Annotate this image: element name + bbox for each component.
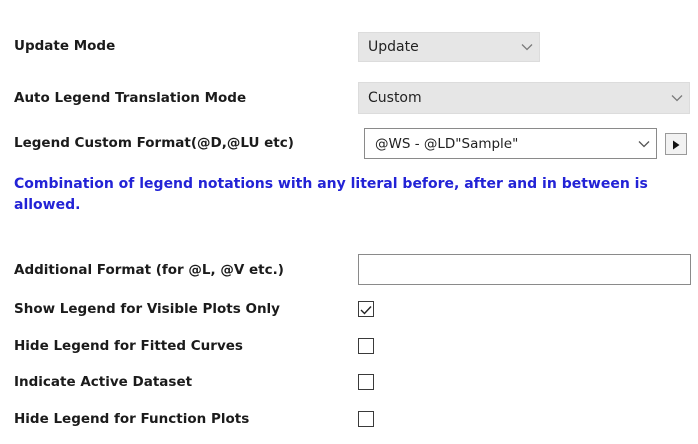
legend-notation-hint: Combination of legend notations with any… (14, 176, 648, 213)
chevron-down-icon (515, 33, 539, 61)
additional-format-input[interactable] (358, 254, 691, 285)
checkmark-icon (360, 300, 372, 319)
update-mode-label: Update Mode (14, 38, 116, 54)
legend-custom-format-combobox[interactable]: @WS - @LD"Sample" (364, 128, 657, 159)
chevron-down-icon (665, 83, 689, 113)
update-mode-value: Update (368, 39, 419, 55)
chevron-down-icon (632, 129, 656, 158)
auto-legend-translation-mode-dropdown[interactable]: Custom (358, 82, 690, 114)
indicate-active-dataset-checkbox[interactable] (358, 374, 374, 390)
hide-legend-function-plots-checkbox[interactable] (358, 411, 374, 427)
indicate-active-dataset-label: Indicate Active Dataset (14, 374, 193, 390)
show-legend-visible-plots-checkbox[interactable] (358, 301, 374, 317)
auto-legend-translation-mode-value: Custom (368, 90, 422, 106)
legend-custom-format-label: Legend Custom Format(@D,@LU etc) (14, 135, 294, 151)
auto-legend-translation-mode-label: Auto Legend Translation Mode (14, 90, 247, 106)
hide-legend-function-plots-label: Hide Legend for Function Plots (14, 411, 250, 427)
show-legend-visible-plots-label: Show Legend for Visible Plots Only (14, 301, 280, 317)
legend-custom-format-value: @WS - @LD"Sample" (375, 135, 519, 152)
additional-format-label: Additional Format (for @L, @V etc.) (14, 262, 284, 278)
hide-legend-fitted-curves-checkbox[interactable] (358, 338, 374, 354)
update-mode-dropdown[interactable]: Update (358, 32, 540, 62)
legend-format-expand-button[interactable] (665, 133, 687, 155)
hide-legend-fitted-curves-label: Hide Legend for Fitted Curves (14, 338, 243, 354)
legend-settings-panel: Update Mode Update Auto Legend Translati… (0, 0, 698, 444)
triangle-right-icon (672, 135, 680, 154)
